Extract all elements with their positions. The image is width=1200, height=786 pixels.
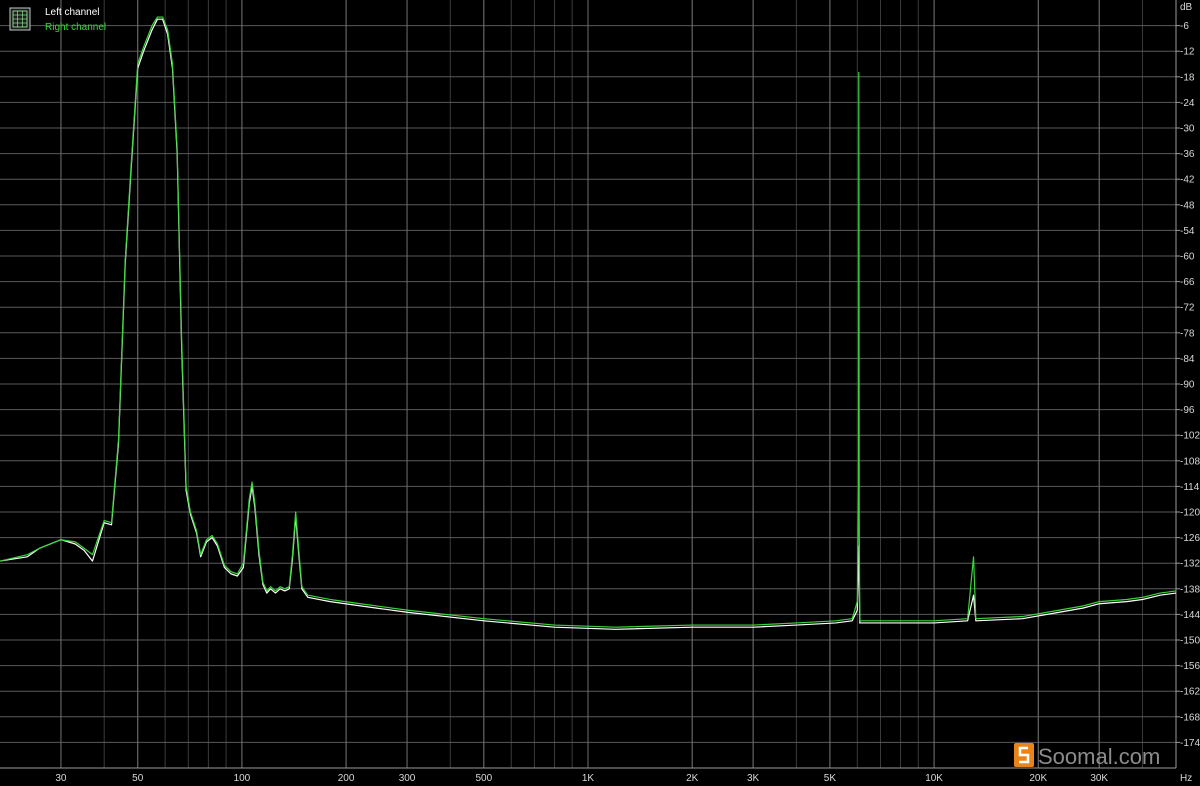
y-tick-label: -144 <box>1180 610 1200 621</box>
y-tick-label: -126 <box>1180 533 1200 544</box>
y-tick-label: -42 <box>1180 175 1195 186</box>
y-tick-label: -18 <box>1180 72 1195 83</box>
y-tick-label: -108 <box>1180 456 1200 467</box>
x-tick-label: 5K <box>824 773 837 784</box>
spectrum-chart: -6 -12 -18 -24 -30 -36 -42 -48 -54 -60 -66 -72 -78 -8… <box>0 0 1200 786</box>
y-tick-label: -12 <box>1180 47 1195 58</box>
y-tick-label: -138 <box>1180 584 1200 595</box>
y-tick-label: -132 <box>1180 559 1200 570</box>
y-unit-label: dB <box>1180 2 1193 13</box>
x-tick-label: 200 <box>338 773 355 784</box>
legend-right-channel: Right channel <box>45 22 106 33</box>
x-tick-label: 1K <box>582 773 595 784</box>
y-tick-label: -66 <box>1180 277 1195 288</box>
y-tick-label: -156 <box>1180 661 1200 672</box>
y-tick-label: -72 <box>1180 303 1195 314</box>
y-tick-label: -162 <box>1180 687 1200 698</box>
y-tick-label: -30 <box>1180 124 1195 135</box>
x-tick-label: 50 <box>132 773 144 784</box>
y-tick-label: -36 <box>1180 149 1195 160</box>
legend-left-channel: Left channel <box>45 7 100 18</box>
y-tick-label: -114 <box>1180 482 1200 493</box>
x-tick-label: 500 <box>475 773 492 784</box>
y-tick-label: -84 <box>1180 354 1195 365</box>
y-tick-label: -120 <box>1180 508 1200 519</box>
y-tick-label: -60 <box>1180 252 1195 263</box>
y-tick-label: -24 <box>1180 98 1195 109</box>
y-tick-label: -90 <box>1180 380 1195 391</box>
y-tick-label: -174 <box>1180 738 1200 749</box>
x-unit-label: Hz <box>1180 773 1192 784</box>
soomal-logo-icon <box>1014 743 1034 767</box>
y-tick-label: -48 <box>1180 200 1195 211</box>
x-tick-label: 2K <box>686 773 699 784</box>
x-tick-label: 3K <box>747 773 760 784</box>
x-tick-label: 300 <box>399 773 416 784</box>
y-tick-label: -150 <box>1180 636 1200 647</box>
y-tick-label: -6 <box>1180 21 1189 32</box>
y-tick-label: -54 <box>1180 226 1195 237</box>
watermark-text: Soomal.com <box>1038 744 1160 769</box>
plot-background <box>0 0 1200 786</box>
y-tick-label: -168 <box>1180 712 1200 723</box>
x-tick-label: 30K <box>1090 773 1108 784</box>
x-tick-label: 10K <box>925 773 943 784</box>
y-tick-label: -78 <box>1180 328 1195 339</box>
x-tick-label: 30 <box>55 773 67 784</box>
y-tick-label: -96 <box>1180 405 1195 416</box>
y-tick-label: -102 <box>1180 431 1200 442</box>
grid-icon <box>9 7 31 31</box>
x-tick-label: 100 <box>234 773 251 784</box>
x-tick-label: 20K <box>1029 773 1047 784</box>
